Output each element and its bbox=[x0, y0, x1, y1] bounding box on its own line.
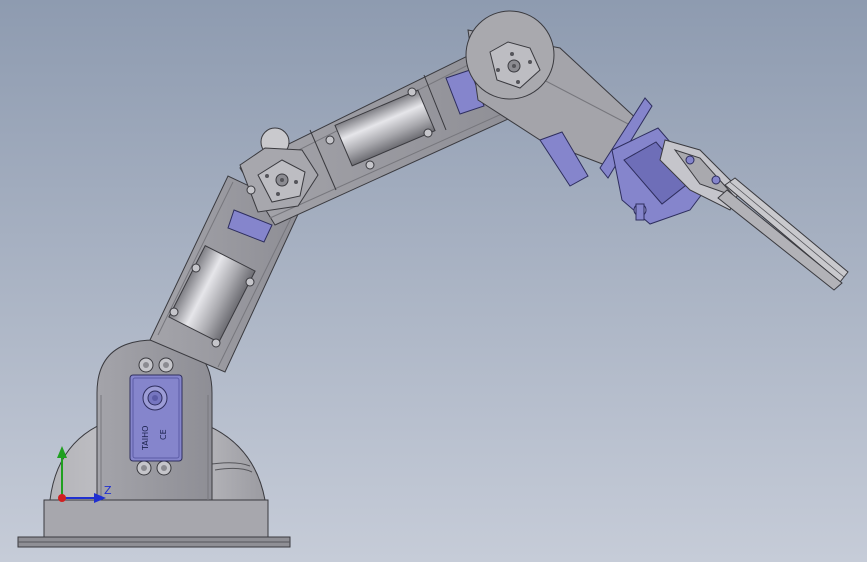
base-servo[interactable]: TAIHO CE bbox=[129, 374, 183, 462]
robot-arm-model[interactable]: TAIHO CE Z bbox=[0, 0, 867, 562]
wrist-joint[interactable] bbox=[465, 10, 555, 100]
base-ring bbox=[43, 499, 269, 538]
z-axis-label: Z bbox=[104, 484, 112, 497]
servo-ce-label: CE bbox=[159, 429, 168, 440]
cad-viewport[interactable]: TAIHO CE Z bbox=[0, 0, 867, 562]
x-axis-origin bbox=[58, 494, 66, 502]
servo-brand-label: TAIHO bbox=[141, 426, 150, 451]
